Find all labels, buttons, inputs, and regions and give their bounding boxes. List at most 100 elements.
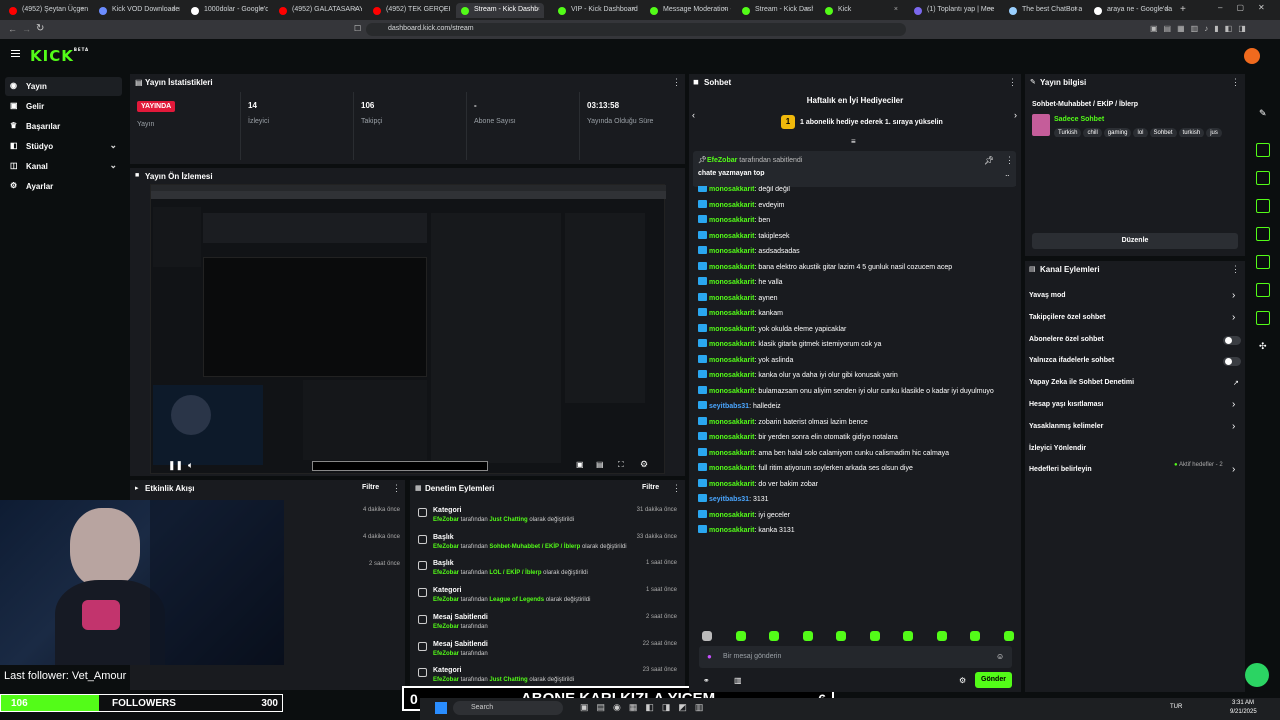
tab-close-icon[interactable]: ×: [1165, 6, 1169, 13]
chevron-right-icon[interactable]: ›: [1232, 312, 1235, 323]
chat-message[interactable]: monosakkarit: bir yerden sonra elin otom…: [698, 432, 898, 441]
chat-username[interactable]: monosakkarit: [709, 326, 755, 333]
chat-username[interactable]: monosakkarit: [709, 248, 755, 255]
back-icon[interactable]: ←: [8, 24, 17, 34]
chat-message[interactable]: monosakkarit: he valla: [698, 277, 783, 286]
chat-message[interactable]: monosakkarit: kanka 3131: [698, 525, 795, 534]
gifters-next-icon[interactable]: ›: [1014, 110, 1017, 120]
forward-icon[interactable]: →: [22, 24, 31, 34]
tab-close-icon[interactable]: ×: [989, 6, 993, 13]
channel-action-item[interactable]: Yapay Zeka ile Sohbet Denetimi: [1029, 379, 1134, 386]
pip-icon[interactable]: ▤: [596, 460, 604, 469]
browser-tab[interactable]: Message Moderation - K×: [645, 3, 731, 18]
browser-tab[interactable]: 1000dolar - Google'da A×: [186, 3, 268, 18]
chat-username[interactable]: monosakkarit: [709, 295, 755, 302]
chat-message[interactable]: monosakkarit: kankam: [698, 308, 783, 317]
activity-menu-icon[interactable]: ⋮: [392, 483, 401, 494]
emote-icon[interactable]: [836, 631, 846, 641]
chat-username[interactable]: monosakkarit: [709, 465, 755, 472]
chat-message[interactable]: monosakkarit: evdeyim: [698, 199, 785, 209]
chat-message[interactable]: monosakkarit: ama ben halal solo calamiy…: [698, 447, 949, 457]
channel-action-item[interactable]: Yasaklanmış kelimeler: [1029, 423, 1103, 430]
stream-tag[interactable]: turkish: [1178, 128, 1205, 137]
volume-icon[interactable]: 🔈︎: [188, 460, 193, 471]
chat-message[interactable]: monosakkarit: klasik gitarla gitmek iste…: [698, 339, 881, 348]
sidebar-item-2[interactable]: ♛ Başarılar: [5, 117, 122, 136]
channel-action-item[interactable]: Abonelere özel sohbet: [1029, 336, 1104, 343]
tab-close-icon[interactable]: ×: [442, 6, 446, 13]
taskbar-lang[interactable]: TUR: [1170, 704, 1182, 710]
support-chat-icon[interactable]: [1245, 663, 1269, 687]
chat-username[interactable]: monosakkarit: [709, 357, 755, 364]
chat-message[interactable]: monosakkarit: kanka olur ya daha iyi olu…: [698, 370, 898, 379]
chat-username[interactable]: monosakkarit: [709, 450, 755, 457]
tab-close-icon[interactable]: ×: [260, 6, 264, 13]
emoji-icon[interactable]: ☺: [996, 652, 1004, 661]
browser-tab[interactable]: (1) Toplantı yap | Mee ×: [909, 3, 997, 18]
stream-info-menu-icon[interactable]: ⋮: [1231, 77, 1240, 88]
kick-logo[interactable]: KICKBETA: [30, 47, 89, 65]
fullscreen-icon[interactable]: ⛶: [618, 460, 624, 470]
chat-message[interactable]: monosakkarit: zobarin baterist olmasi la…: [698, 416, 868, 426]
chat-menu-icon[interactable]: ⋮: [1008, 77, 1017, 88]
tab-close-icon[interactable]: ×: [631, 6, 635, 13]
rail-card-icon[interactable]: [1256, 283, 1270, 297]
chat-username[interactable]: monosakkarit: [709, 372, 755, 379]
emote-icon[interactable]: [936, 631, 947, 641]
chat-username[interactable]: monosakkarit: [709, 512, 755, 519]
tab-close-icon[interactable]: ×: [894, 6, 898, 13]
chat-username[interactable]: monosakkarit: [709, 341, 755, 348]
emote-icon[interactable]: [802, 631, 813, 641]
rail-crosshair-icon[interactable]: [1256, 143, 1270, 157]
tab-close-icon[interactable]: ×: [80, 6, 84, 13]
rail-chat-icon[interactable]: [1256, 227, 1270, 241]
browser-tab[interactable]: Stream - Kick Dashb ×: [456, 3, 544, 18]
chat-username[interactable]: monosakkarit: [709, 202, 755, 209]
edit-stream-button[interactable]: Düzenle: [1032, 233, 1238, 249]
channel-action-item[interactable]: Takipçilere özel sohbet: [1029, 314, 1106, 321]
unpin-icon[interactable]: 📌︎: [984, 156, 994, 165]
extension-icons[interactable]: ▣▤▦▥♪▮◧◨: [1150, 24, 1252, 33]
pinned-menu-icon[interactable]: ⋮: [1005, 155, 1014, 166]
chat-username[interactable]: seyitbabs31: [709, 496, 749, 503]
channel-action-item[interactable]: Hedefleri belirleyin: [1029, 466, 1092, 473]
chat-username[interactable]: monosakkarit: [709, 481, 755, 488]
channel-action-item[interactable]: İzleyici Yönlendir: [1029, 445, 1086, 452]
chat-message[interactable]: monosakkarit: aynen: [698, 292, 778, 302]
chat-username[interactable]: monosakkarit: [709, 419, 755, 426]
gifters-collapse-icon[interactable]: ≡: [851, 137, 856, 146]
emote-icon[interactable]: [702, 631, 712, 641]
tab-close-icon[interactable]: ×: [723, 6, 727, 13]
chat-message[interactable]: monosakkarit: iyi geceler: [698, 509, 790, 519]
tab-close-icon[interactable]: ×: [354, 6, 358, 13]
hamburger-icon[interactable]: [11, 50, 20, 57]
stream-tag[interactable]: lol: [1133, 128, 1148, 137]
chevron-right-icon[interactable]: ›: [1232, 399, 1235, 410]
stream-tag[interactable]: gaming: [1103, 128, 1132, 137]
chat-username[interactable]: monosakkarit: [709, 434, 755, 441]
tab-close-icon[interactable]: ×: [1074, 6, 1078, 13]
chat-username[interactable]: monosakkarit: [709, 186, 755, 193]
chat-message[interactable]: monosakkarit: takiplesek: [698, 230, 790, 240]
pencil-icon[interactable]: ✎: [1259, 108, 1267, 119]
emote-icon[interactable]: [769, 631, 779, 641]
tab-close-icon[interactable]: ×: [805, 6, 809, 13]
taskbar-search[interactable]: Search: [453, 701, 563, 715]
url-field[interactable]: dashboard.kick.com/stream: [366, 23, 906, 36]
stream-tag[interactable]: Sohbet: [1149, 128, 1177, 137]
chat-message[interactable]: monosakkarit: yok aslinda: [698, 354, 793, 364]
moderation-filter-button[interactable]: Filtre: [642, 484, 659, 491]
rail-puzzle-icon[interactable]: ✣: [1259, 341, 1267, 352]
external-link-icon[interactable]: ↗: [1233, 379, 1239, 387]
chat-username[interactable]: seyitbabs31: [709, 403, 749, 410]
sidebar-item-4[interactable]: ◫ Kanal ⌄: [5, 157, 122, 176]
rail-wrench-icon[interactable]: [1256, 311, 1270, 325]
emote-icon[interactable]: [869, 631, 880, 641]
tab-close-icon[interactable]: ×: [172, 6, 176, 13]
chat-message[interactable]: monosakkarit: bana elektro akustik gitar…: [698, 261, 952, 271]
emote-icon[interactable]: [1003, 631, 1014, 641]
browser-tab[interactable]: (4952) TEK GERÇEK KRAL×: [368, 3, 450, 18]
browser-tab[interactable]: The best ChatBot and W×: [1004, 3, 1082, 18]
theater-icon[interactable]: ▣: [576, 460, 584, 469]
sidebar-item-0[interactable]: ◉ Yayın: [5, 77, 122, 96]
